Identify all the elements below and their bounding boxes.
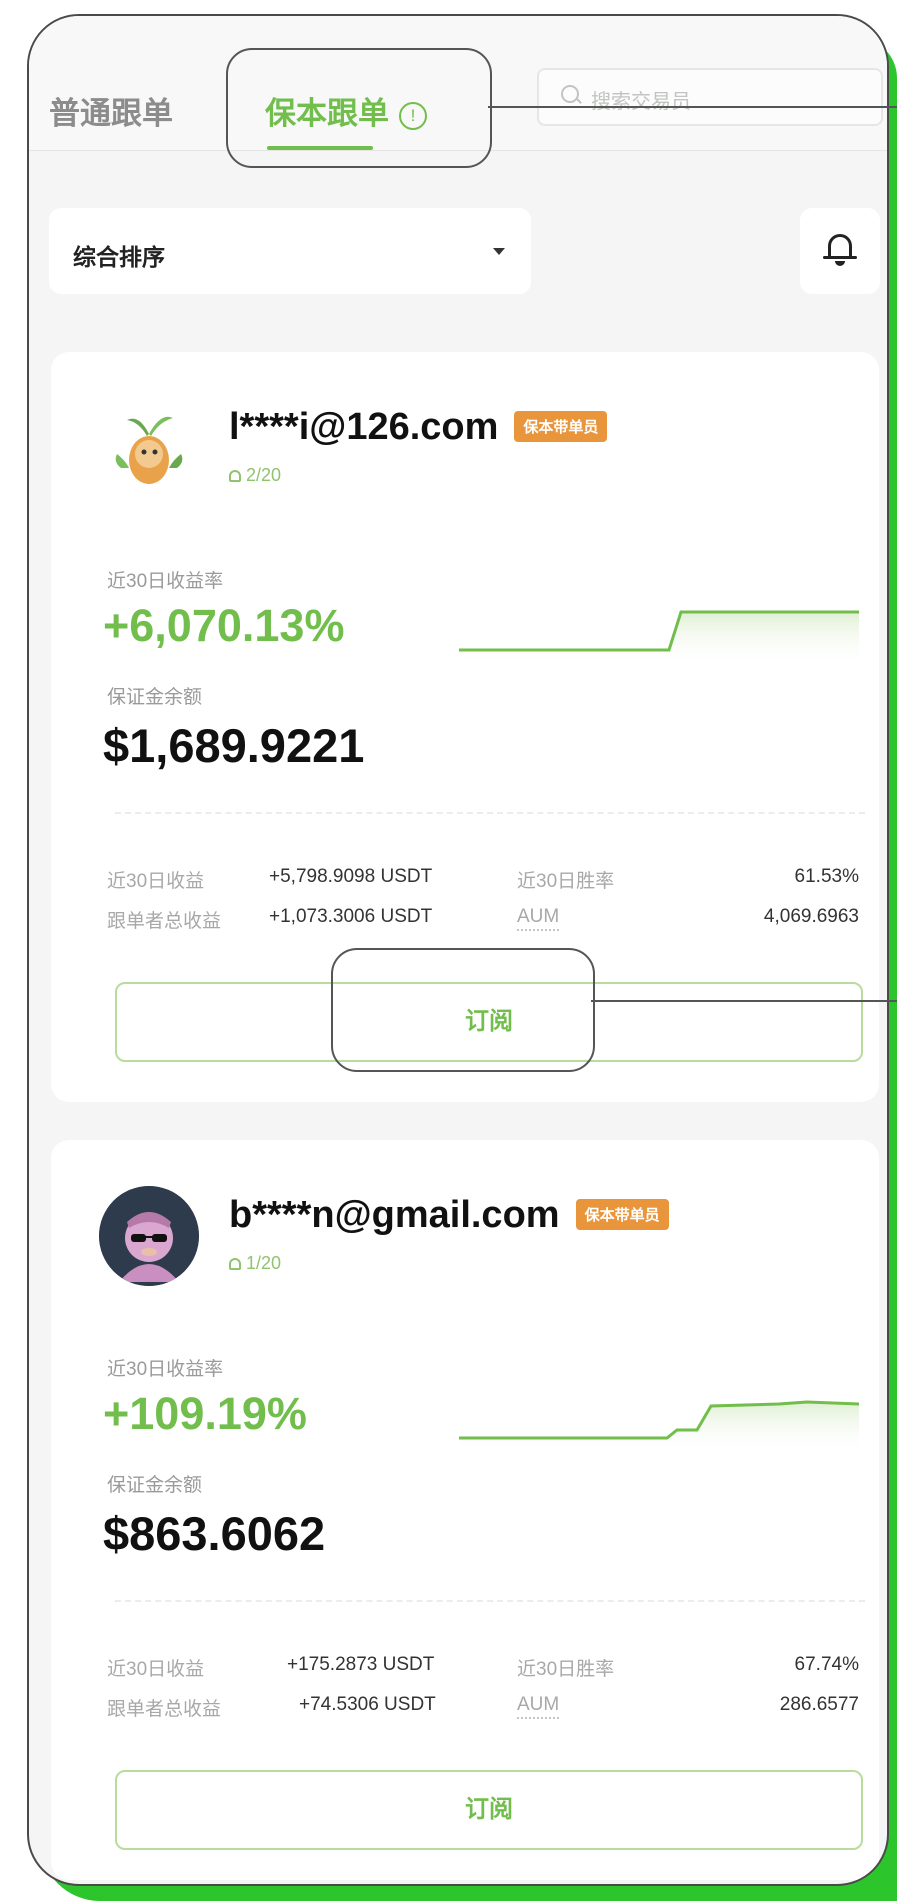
sort-label: 综合排序 <box>73 244 165 270</box>
annotation-highlight-subscribe <box>331 948 595 1072</box>
follower-count-text: 2/20 <box>246 465 282 485</box>
follower-count: 2/20 <box>229 465 281 486</box>
aum-label-text: AUM <box>517 1694 560 1719</box>
subscribe-button[interactable]: 订阅 <box>115 1770 863 1850</box>
annotation-line-subscribe <box>591 1000 897 1002</box>
chevron-down-icon <box>493 248 505 255</box>
roi-value: +6,070.13% <box>103 600 345 651</box>
follower-count: 1/20 <box>229 1253 281 1274</box>
avatar <box>99 398 199 498</box>
winrate-label: 近30日胜率 <box>517 1659 615 1680</box>
profit-value: +5,798.9098 USDT <box>269 866 433 887</box>
follower-count-text: 1/20 <box>246 1253 282 1273</box>
trader-badge: 保本带单员 <box>575 1199 669 1230</box>
card-divider <box>115 812 865 814</box>
trader-name-text: b****n@gmail.com <box>229 1194 560 1236</box>
trader-name-text: l****i@126.com <box>229 406 499 448</box>
card-divider <box>115 1600 865 1602</box>
search-placeholder: 搜索交易员 <box>591 91 691 113</box>
follower-profit-label: 跟单者总收益 <box>107 1699 222 1720</box>
search-input[interactable]: 搜索交易员 <box>537 68 883 126</box>
people-icon <box>229 1258 241 1270</box>
tab-normal-copy[interactable]: 普通跟单 <box>49 88 173 133</box>
bell-icon-base <box>823 256 857 259</box>
aum-label-text: AUM <box>517 906 560 931</box>
aum-value: 286.6577 <box>779 1694 859 1715</box>
profit-label: 近30日收益 <box>107 871 205 892</box>
trader-name[interactable]: b****n@gmail.com 保本带单员 <box>229 1194 669 1237</box>
aum-value: 4,069.6963 <box>763 906 859 927</box>
bell-icon-clapper <box>835 261 845 266</box>
avatar <box>99 1186 199 1286</box>
follower-profit-value: +1,073.3006 USDT <box>269 906 433 927</box>
winrate-label: 近30日胜率 <box>517 871 615 892</box>
margin-value: $863.6062 <box>103 1507 326 1560</box>
aum-label[interactable]: AUM <box>517 906 560 931</box>
annotation-line-tab <box>488 106 897 108</box>
margin-label: 保证金余额 <box>107 687 203 708</box>
trader-card[interactable]: b****n@gmail.com 保本带单员 1/20 近30日收益率 +109.… <box>51 1140 879 1880</box>
people-icon <box>229 470 241 482</box>
trader-badge: 保本带单员 <box>514 411 608 442</box>
aum-label[interactable]: AUM <box>517 1694 560 1719</box>
margin-value: $1,689.9221 <box>103 719 365 772</box>
roi-sparkline <box>459 1400 860 1455</box>
roi-label: 近30日收益率 <box>107 571 224 592</box>
roi-sparkline <box>459 610 859 667</box>
search-icon <box>561 85 579 103</box>
bell-icon <box>828 234 852 256</box>
annotation-highlight-tab <box>226 48 492 168</box>
profit-value: +175.2873 USDT <box>287 1654 435 1675</box>
margin-label: 保证金余额 <box>107 1475 203 1496</box>
trader-name[interactable]: l****i@126.com 保本带单员 <box>229 406 608 449</box>
roi-value: +109.19% <box>103 1388 307 1439</box>
roi-label: 近30日收益率 <box>107 1359 224 1380</box>
notification-button[interactable] <box>800 208 880 294</box>
follower-profit-value: +74.5306 USDT <box>299 1694 436 1715</box>
sort-dropdown[interactable]: 综合排序 <box>49 208 531 294</box>
profit-label: 近30日收益 <box>107 1659 205 1680</box>
winrate-value: 67.74% <box>794 1654 859 1675</box>
follower-profit-label: 跟单者总收益 <box>107 911 222 932</box>
winrate-value: 61.53% <box>794 866 859 887</box>
